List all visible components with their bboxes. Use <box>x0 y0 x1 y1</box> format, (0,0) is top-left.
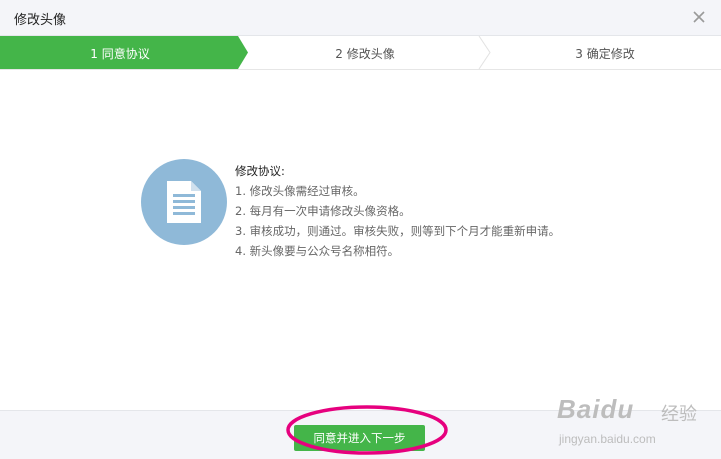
agreement-item: 1. 修改头像需经过审核。 <box>235 184 365 198</box>
agreement-heading: 修改协议: <box>235 164 285 178</box>
agreement-item: 2. 每月有一次申请修改头像资格。 <box>235 204 411 218</box>
agreement-item: 4. 新头像要与公众号名称相符。 <box>235 244 400 258</box>
highlight-ellipse <box>286 405 448 455</box>
close-icon[interactable] <box>689 7 709 27</box>
step-indicator: 1 同意协议 2 修改头像 3 确定修改 <box>0 36 721 70</box>
step-1-label: 1 同意协议 <box>90 47 150 61</box>
watermark-brand: Baidu <box>557 394 635 424</box>
dialog-title-bar: 修改头像 <box>0 0 721 36</box>
dialog-title: 修改头像 <box>14 13 67 28</box>
document-icon <box>141 159 227 245</box>
watermark-cn: 经验 <box>661 404 697 424</box>
agreement-item: 3. 审核成功，则通过。审核失败，则等到下个月才能重新申请。 <box>235 224 561 238</box>
watermark-url: jingyan.baidu.com <box>559 432 656 446</box>
step-2-label: 2 修改头像 <box>335 47 395 61</box>
agreement-text: 修改协议: 1. 修改头像需经过审核。 2. 每月有一次申请修改头像资格。 3.… <box>235 161 560 261</box>
baidu-watermark: Baidu 经验 jingyan.baidu.com <box>553 392 718 456</box>
step-3-label: 3 确定修改 <box>575 47 635 61</box>
